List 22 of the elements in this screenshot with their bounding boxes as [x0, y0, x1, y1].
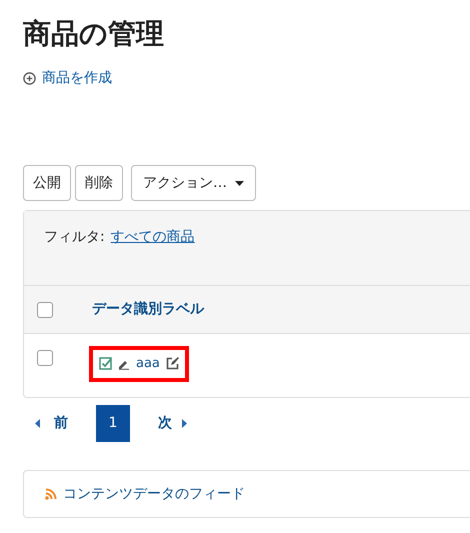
action-dropdown[interactable]: アクション… — [131, 165, 256, 201]
item-label[interactable]: aaa — [136, 354, 160, 374]
checkbox-check-icon[interactable] — [99, 357, 112, 370]
column-header[interactable]: データ識別ラベル — [92, 299, 204, 320]
plus-circle-icon — [23, 72, 36, 85]
filter-label: フィルタ: — [44, 228, 105, 247]
right-triangle-icon — [182, 419, 187, 428]
left-triangle-icon — [35, 419, 40, 428]
caret-icon — [235, 180, 244, 186]
toolbar-button[interactable]: 削除 — [75, 165, 123, 201]
feed-link[interactable]: コンテンツデータのフィード — [63, 484, 245, 504]
filter-link[interactable]: すべての商品 — [110, 227, 195, 285]
toolbar-button[interactable]: 公開 — [23, 165, 71, 201]
previous-link[interactable]: 前 — [23, 413, 96, 434]
create-link[interactable]: 商品を作成 — [42, 68, 112, 89]
page-link[interactable]: 1 — [96, 405, 130, 442]
page-title: 商品の管理 — [23, 20, 165, 48]
checkbox[interactable] — [37, 350, 53, 366]
checkbox[interactable] — [37, 302, 53, 318]
next-link[interactable]: 次 — [130, 413, 187, 434]
edit-icon[interactable] — [166, 357, 179, 370]
rss-icon — [45, 488, 57, 500]
